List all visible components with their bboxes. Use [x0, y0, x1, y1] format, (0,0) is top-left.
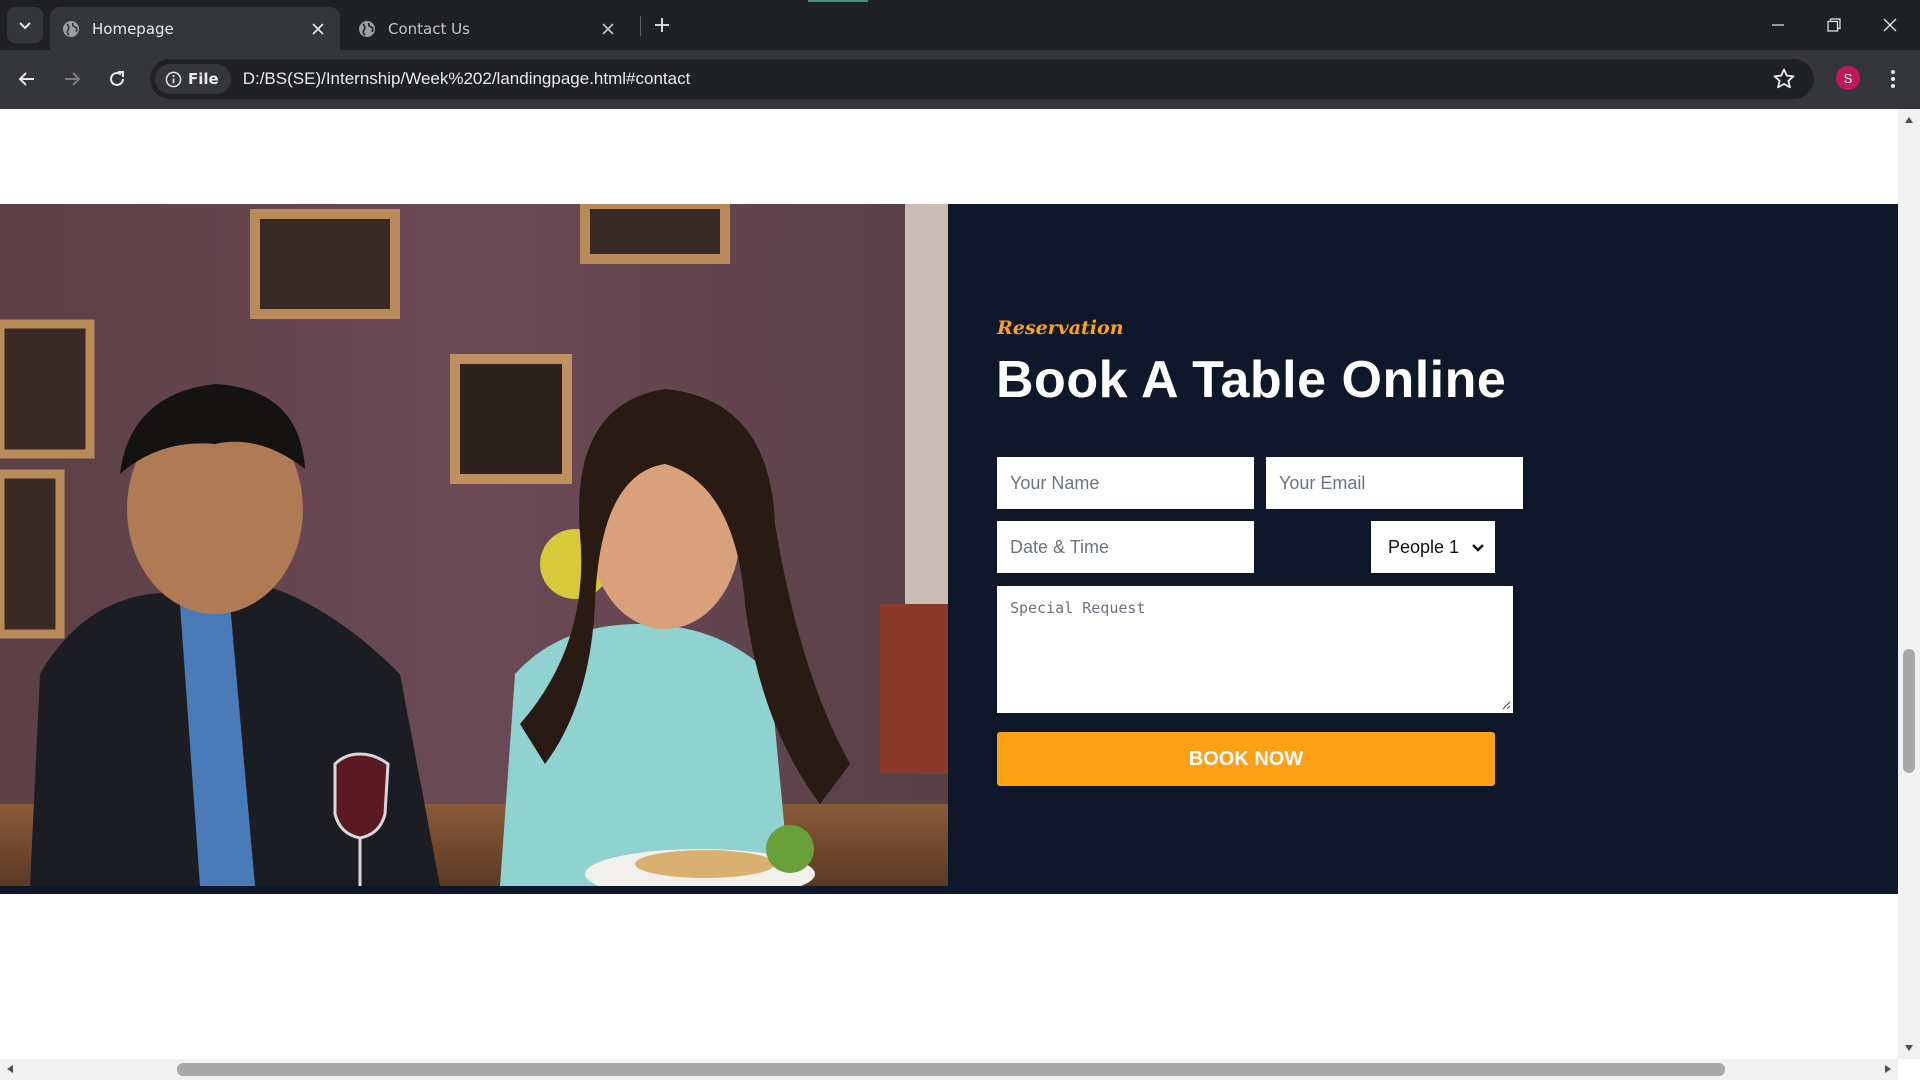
- tab-strip: Homepage Contact Us: [0, 0, 1920, 50]
- vertical-scroll-thumb[interactable]: [1903, 649, 1915, 773]
- tab-title: Contact Us: [388, 19, 470, 38]
- chevron-down-icon: [1472, 544, 1484, 552]
- scroll-down-arrow-icon[interactable]: [1903, 1042, 1915, 1054]
- tab-title: Homepage: [92, 19, 174, 38]
- plus-icon: [655, 18, 669, 32]
- reload-button[interactable]: [100, 62, 134, 96]
- scroll-left-arrow-icon[interactable]: [4, 1063, 16, 1075]
- back-button[interactable]: [10, 62, 44, 96]
- tab-divider: [640, 16, 641, 36]
- star-icon[interactable]: [1772, 67, 1796, 91]
- restore-icon: [1827, 18, 1841, 32]
- page-viewport: Reservation Book A Table Online People 1…: [0, 109, 1898, 1059]
- kebab-menu-icon: [1891, 70, 1895, 88]
- close-icon[interactable]: [306, 17, 330, 41]
- name-input[interactable]: [997, 457, 1254, 509]
- url-text[interactable]: D:/BS(SE)/Internship/Week%202/landingpag…: [243, 69, 691, 89]
- globe-icon: [359, 20, 375, 37]
- info-icon: [165, 71, 182, 87]
- restore-button[interactable]: [1806, 0, 1862, 50]
- special-request-textarea[interactable]: [997, 586, 1513, 713]
- new-tab-button[interactable]: [648, 11, 676, 39]
- profile-avatar[interactable]: S: [1836, 66, 1860, 90]
- site-info-label: File: [188, 70, 219, 88]
- horizontal-scrollbar[interactable]: [0, 1059, 1898, 1080]
- people-select[interactable]: People 1: [1371, 521, 1495, 573]
- resize-grip-icon[interactable]: [1500, 699, 1511, 710]
- close-window-button[interactable]: [1862, 0, 1918, 50]
- site-info-chip[interactable]: File: [155, 64, 231, 94]
- people-select-value: People 1: [1388, 536, 1460, 557]
- forward-arrow-icon: [65, 72, 81, 86]
- forward-button[interactable]: [55, 62, 89, 96]
- browser-menu-button[interactable]: [1880, 62, 1906, 96]
- close-icon: [1883, 18, 1897, 32]
- datetime-input[interactable]: [997, 521, 1254, 573]
- tab-search-button[interactable]: [7, 7, 43, 43]
- tab-homepage[interactable]: Homepage: [50, 7, 340, 50]
- horizontal-scroll-thumb[interactable]: [177, 1063, 1725, 1076]
- email-input[interactable]: [1266, 457, 1523, 509]
- section-kicker: Reservation: [997, 317, 1124, 339]
- minimize-button[interactable]: [1750, 0, 1806, 50]
- vertical-scrollbar[interactable]: [1898, 109, 1920, 1059]
- tab-indicator: [808, 0, 868, 2]
- address-bar[interactable]: File D:/BS(SE)/Internship/Week%202/landi…: [150, 59, 1814, 99]
- minimize-icon: [1772, 24, 1784, 26]
- close-icon[interactable]: [596, 17, 620, 41]
- reload-icon: [110, 71, 124, 86]
- book-now-button[interactable]: BOOK NOW: [997, 732, 1495, 786]
- section-heading: Book A Table Online: [996, 351, 1507, 409]
- browser-toolbar: File D:/BS(SE)/Internship/Week%202/landi…: [0, 50, 1920, 109]
- scroll-up-arrow-icon[interactable]: [1903, 114, 1915, 126]
- chevron-down-icon: [19, 22, 31, 30]
- globe-icon: [63, 20, 79, 37]
- back-arrow-icon: [18, 72, 34, 86]
- scroll-right-arrow-icon[interactable]: [1882, 1063, 1894, 1075]
- tab-contact-us[interactable]: Contact Us: [346, 7, 630, 50]
- reservation-section: Reservation Book A Table Online People 1…: [0, 204, 1898, 894]
- couple-dining-photo: [0, 204, 948, 886]
